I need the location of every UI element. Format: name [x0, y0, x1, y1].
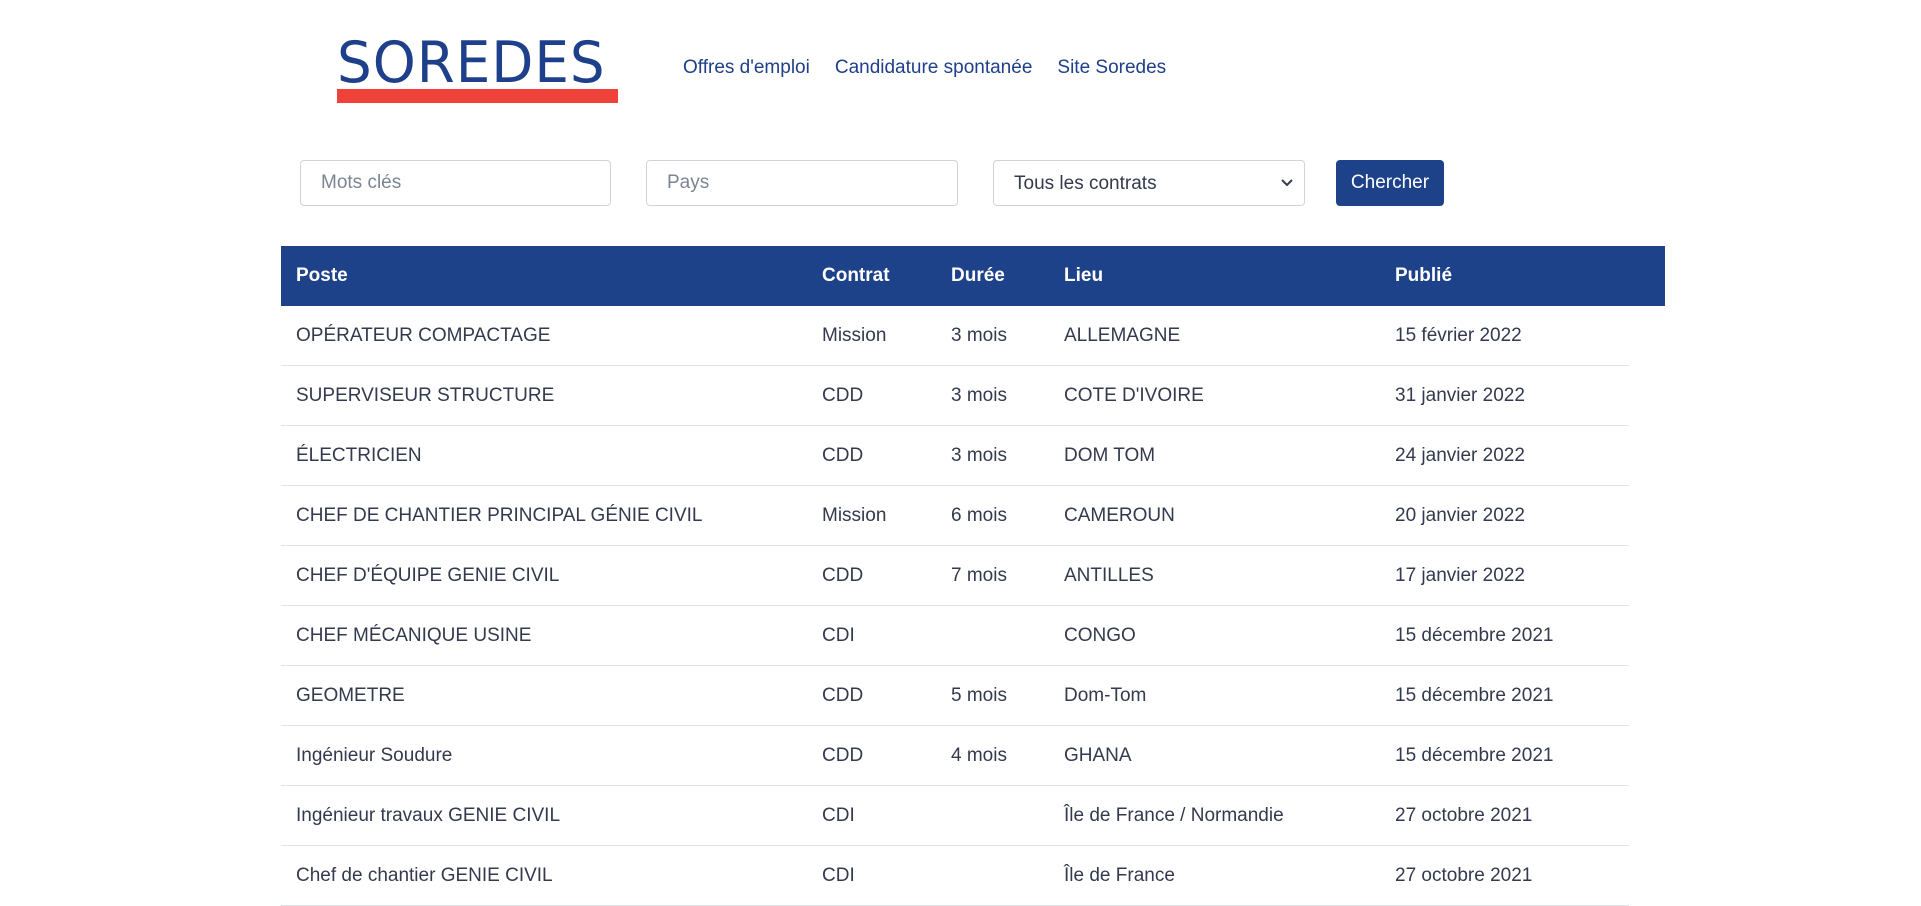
- cell-lieu: CAMEROUN: [1064, 505, 1175, 526]
- cell-poste[interactable]: CHEF MÉCANIQUE USINE: [296, 625, 531, 647]
- nav-link-site-soredes[interactable]: Site Soredes: [1057, 57, 1166, 79]
- table-row[interactable]: Ingénieur travaux GENIE CIVIL CDI Île de…: [281, 786, 1629, 846]
- cell-contrat: CDD: [822, 565, 864, 586]
- cell-poste[interactable]: CHEF D'ÉQUIPE GENIE CIVIL: [296, 565, 559, 587]
- table-row[interactable]: SUPERVISEUR STRUCTURE CDD 3 mois COTE D'…: [281, 366, 1629, 426]
- cell-contrat: CDD: [822, 385, 864, 406]
- cell-poste[interactable]: Ingénieur travaux GENIE CIVIL: [296, 805, 560, 827]
- header-duree[interactable]: Durée: [951, 265, 1005, 287]
- cell-lieu: COTE D'IVOIRE: [1064, 385, 1204, 406]
- nav-link-candidature-spontanee[interactable]: Candidature spontanée: [835, 57, 1033, 79]
- search-button[interactable]: Chercher: [1336, 160, 1444, 206]
- cell-poste[interactable]: Chef de chantier GENIE CIVIL: [296, 865, 553, 887]
- contract-type-select[interactable]: Tous les contrats: [993, 160, 1305, 206]
- cell-publie: 15 décembre 2021: [1395, 625, 1554, 646]
- cell-duree: 3 mois: [951, 445, 1007, 466]
- cell-contrat: CDD: [822, 745, 864, 766]
- table-body: OPÉRATEUR COMPACTAGE Mission 3 mois ALLE…: [281, 306, 1629, 906]
- cell-poste[interactable]: OPÉRATEUR COMPACTAGE: [296, 325, 550, 347]
- cell-contrat: Mission: [822, 325, 887, 346]
- cell-poste[interactable]: SUPERVISEUR STRUCTURE: [296, 385, 554, 407]
- cell-poste[interactable]: CHEF DE CHANTIER PRINCIPAL GÉNIE CIVIL: [296, 505, 702, 527]
- cell-contrat: CDI: [822, 625, 855, 646]
- cell-lieu: DOM TOM: [1064, 445, 1156, 466]
- cell-publie: 31 janvier 2022: [1395, 385, 1525, 406]
- table-row[interactable]: ÉLECTRICIEN CDD 3 mois DOM TOM 24 janvie…: [281, 426, 1629, 486]
- cell-contrat: CDD: [822, 685, 864, 706]
- cell-lieu: Dom-Tom: [1064, 685, 1147, 706]
- keywords-input[interactable]: [300, 160, 611, 206]
- cell-poste[interactable]: GEOMETRE: [296, 685, 405, 707]
- cell-poste[interactable]: ÉLECTRICIEN: [296, 445, 422, 467]
- cell-poste[interactable]: Ingénieur Soudure: [296, 745, 452, 767]
- cell-contrat: CDI: [822, 805, 855, 826]
- cell-duree: 5 mois: [951, 685, 1007, 706]
- cell-publie: 15 décembre 2021: [1395, 685, 1554, 706]
- table-row[interactable]: CHEF DE CHANTIER PRINCIPAL GÉNIE CIVIL M…: [281, 486, 1629, 546]
- cell-duree: 3 mois: [951, 385, 1007, 406]
- table-row[interactable]: CHEF D'ÉQUIPE GENIE CIVIL CDD 7 mois ANT…: [281, 546, 1629, 606]
- cell-contrat: CDI: [822, 865, 855, 886]
- table-row[interactable]: OPÉRATEUR COMPACTAGE Mission 3 mois ALLE…: [281, 306, 1629, 366]
- jobs-table: Poste Contrat Durée Lieu Publié OPÉRATEU…: [281, 246, 1665, 906]
- cell-publie: 27 octobre 2021: [1395, 865, 1533, 886]
- cell-duree: 4 mois: [951, 745, 1007, 766]
- cell-duree: 7 mois: [951, 565, 1007, 586]
- cell-contrat: Mission: [822, 505, 887, 526]
- cell-lieu: Île de France: [1064, 865, 1175, 886]
- header-poste[interactable]: Poste: [296, 265, 348, 287]
- cell-contrat: CDD: [822, 445, 864, 466]
- cell-lieu: ANTILLES: [1064, 565, 1154, 586]
- logo-wordmark: SOREDES: [337, 30, 606, 96]
- cell-publie: 24 janvier 2022: [1395, 445, 1525, 466]
- table-header: Poste Contrat Durée Lieu Publié: [281, 246, 1665, 306]
- header-lieu[interactable]: Lieu: [1064, 265, 1103, 287]
- table-row[interactable]: CHEF MÉCANIQUE USINE CDI CONGO 15 décemb…: [281, 606, 1629, 666]
- header-contrat[interactable]: Contrat: [822, 265, 890, 287]
- cell-lieu: CONGO: [1064, 625, 1136, 646]
- header-publie[interactable]: Publié: [1395, 265, 1452, 287]
- cell-publie: 17 janvier 2022: [1395, 565, 1525, 586]
- cell-publie: 27 octobre 2021: [1395, 805, 1533, 826]
- cell-duree: 3 mois: [951, 325, 1007, 346]
- main-nav: Offres d'emploi Candidature spontanée Si…: [683, 57, 1191, 79]
- cell-duree: 6 mois: [951, 505, 1007, 526]
- cell-lieu: Île de France / Normandie: [1064, 805, 1284, 826]
- table-row[interactable]: Ingénieur Soudure CDD 4 mois GHANA 15 dé…: [281, 726, 1629, 786]
- cell-lieu: ALLEMAGNE: [1064, 325, 1181, 346]
- logo-underline-bar: [337, 89, 618, 103]
- table-row[interactable]: GEOMETRE CDD 5 mois Dom-Tom 15 décembre …: [281, 666, 1629, 726]
- cell-publie: 20 janvier 2022: [1395, 505, 1525, 526]
- table-row[interactable]: Chef de chantier GENIE CIVIL CDI Île de …: [281, 846, 1629, 906]
- cell-publie: 15 décembre 2021: [1395, 745, 1554, 766]
- nav-link-offres-emploi[interactable]: Offres d'emploi: [683, 57, 810, 79]
- cell-lieu: GHANA: [1064, 745, 1132, 766]
- soredes-logo[interactable]: SOREDES: [337, 30, 621, 104]
- cell-publie: 15 février 2022: [1395, 325, 1522, 346]
- country-input[interactable]: [646, 160, 958, 206]
